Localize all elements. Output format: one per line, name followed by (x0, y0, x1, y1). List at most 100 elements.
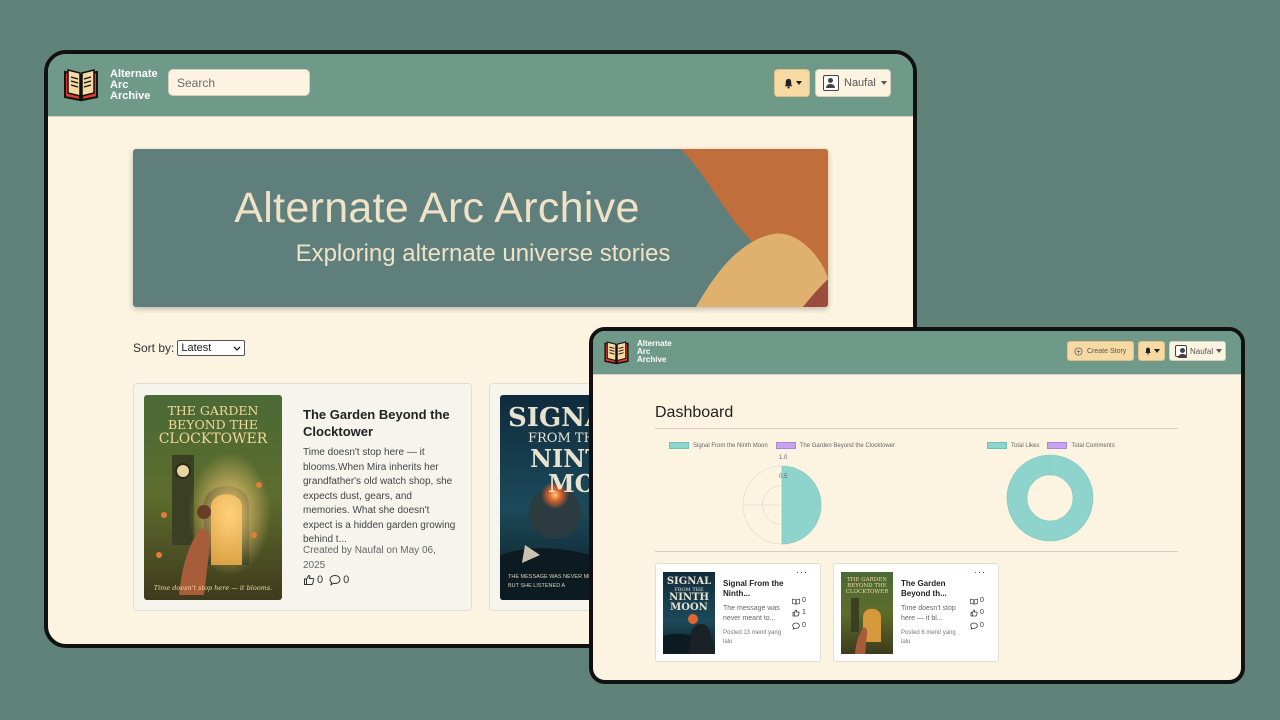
bell-icon (1144, 347, 1151, 355)
user-menu-button[interactable]: Naufal (1169, 341, 1226, 361)
thumbs-up-icon (970, 610, 978, 617)
avatar-icon (1175, 345, 1187, 358)
book-open-icon (970, 598, 978, 605)
cover-title: THE GARDEN BEYOND THE CLOCKTOWER (144, 404, 282, 448)
user-name: Naufal (1190, 346, 1214, 356)
brand-name[interactable]: Alternate Arc Archive (110, 68, 158, 103)
comment-stat: 0 (970, 620, 984, 632)
book-logo-icon[interactable] (603, 339, 630, 370)
story-card[interactable]: THE GARDEN BEYOND THE CLOCKTOWER Time do… (133, 383, 472, 611)
user-name: Naufal (844, 77, 876, 89)
cover-line: CLOCKTOWER (158, 431, 268, 447)
tick-label: 0.5 (779, 474, 788, 480)
legend-swatch[interactable] (669, 442, 689, 449)
brand-name[interactable]: Alternate Arc Archive (637, 339, 672, 365)
chart-legend: Total Likes Total Comments (987, 442, 1115, 449)
create-story-button[interactable]: Create Story (1067, 341, 1134, 361)
comment-count: 0 (980, 621, 984, 629)
sort-select[interactable]: Latest (177, 340, 246, 356)
read-count: 0 (802, 597, 806, 604)
like-stat[interactable]: 0 (303, 574, 323, 586)
legend-label: Total Likes (1011, 442, 1040, 449)
comment-icon (792, 622, 800, 630)
thumbs-up-icon (792, 610, 800, 617)
cover-line: CLOCKTOWER (845, 589, 889, 596)
sort-value: Latest (181, 342, 212, 354)
read-stat: 0 (970, 595, 984, 607)
bell-icon (784, 78, 792, 89)
comment-stat[interactable]: 0 (329, 574, 349, 586)
cover-line: MOON (670, 602, 708, 614)
like-count: 0 (980, 609, 984, 617)
like-count: 1 (802, 609, 806, 617)
book-cover[interactable]: SIGNAL FROM THE NINTH MOON (663, 572, 715, 654)
more-options-icon[interactable]: ··· (974, 567, 986, 577)
book-logo-icon[interactable] (62, 66, 100, 107)
dashboard-window: Alternate Arc Archive Create Story Naufa… (589, 327, 1245, 684)
story-meta: Posted 13 menit yang lalu (723, 630, 782, 645)
story-stats: 0 1 0 (792, 595, 806, 632)
comment-stat: 0 (792, 620, 806, 632)
cover-line: BEYOND THE (167, 417, 259, 432)
cover-line: SIGNAL (666, 576, 712, 587)
chevron-down-icon (1216, 349, 1223, 353)
navbar: Alternate Arc Archive Create Story Naufa… (593, 331, 1241, 375)
story-stats: 0 0 (303, 574, 349, 586)
chevron-down-icon (880, 81, 887, 85)
story-card[interactable]: SIGNAL FROM THE NINTH MOON ··· Signal Fr… (655, 563, 821, 662)
comment-count: 0 (802, 621, 806, 629)
story-meta: Created by Naufal on May 06, 2025 (303, 545, 436, 571)
story-description: Time doesn't stop here — it bl... (901, 605, 956, 623)
doughnut-hole (1026, 474, 1074, 522)
comment-count: 0 (343, 574, 350, 586)
story-stats: 0 0 0 (970, 595, 984, 632)
story-description: Time doesn't stop here — it blooms.When … (303, 447, 456, 545)
plus-circle-icon (1074, 346, 1083, 356)
sort-label: Sort by: (133, 341, 175, 355)
story-card[interactable]: THE GARDEN BEYOND THE CLOCKTOWER ··· The… (833, 563, 999, 662)
more-options-icon[interactable]: ··· (796, 567, 808, 577)
read-stat: 0 (792, 595, 806, 607)
legend-label: The Garden Beyond the Clocktower (799, 442, 896, 449)
like-stat: 1 (792, 607, 806, 619)
navbar: Alternate Arc Archive Search Naufal (48, 54, 913, 117)
chevron-down-icon (795, 81, 802, 85)
user-menu-button[interactable]: Naufal (815, 69, 891, 97)
thumbs-up-icon (304, 574, 315, 585)
brand-line: Archive (110, 90, 151, 103)
story-description: The message was never meant to... (723, 605, 780, 623)
story-title[interactable]: The Garden Beyond the Clocktower (303, 407, 458, 440)
legend-label: Signal From the Ninth Moon (693, 442, 768, 449)
comment-icon (329, 574, 341, 586)
cover-title: SIGNAL FROM THE NINTH MOON (663, 576, 715, 614)
comment-icon (970, 622, 978, 630)
legend-label: Total Comments (1071, 442, 1115, 449)
page-title: Dashboard (655, 404, 734, 421)
cover-title: THE GARDEN BEYOND THE CLOCKTOWER (841, 577, 893, 595)
divider (655, 428, 1178, 429)
legend-swatch[interactable] (775, 442, 796, 449)
notifications-button[interactable] (774, 69, 810, 97)
create-story-label: Create Story (1087, 347, 1127, 355)
doughnut-chart-engagement[interactable] (1005, 453, 1095, 543)
chevron-down-icon (233, 346, 241, 351)
chart-legend: Signal From the Ninth Moon The Garden Be… (669, 442, 895, 449)
brand-line: Archive (637, 355, 667, 365)
story-meta: Posted 6 menit yang lalu (901, 630, 956, 645)
book-cover[interactable]: THE GARDEN BEYOND THE CLOCKTOWER Time do… (144, 395, 282, 600)
story-title[interactable]: The Garden Beyond th... (901, 579, 971, 598)
book-cover[interactable]: THE GARDEN BEYOND THE CLOCKTOWER (841, 572, 893, 654)
story-title[interactable]: Signal From the Ninth... (723, 579, 793, 598)
avatar-icon (823, 75, 839, 91)
pie-chart-stories[interactable] (732, 455, 832, 555)
legend-swatch[interactable] (1047, 442, 1068, 449)
hero-banner: Alternate Arc Archive Exploring alternat… (133, 149, 828, 307)
chart-slice[interactable] (781, 465, 822, 545)
divider (655, 551, 1178, 552)
sort-control: Sort by: Latest (133, 340, 246, 356)
search-input[interactable]: Search (168, 69, 310, 96)
notifications-button[interactable] (1138, 341, 1165, 361)
legend-swatch[interactable] (987, 442, 1007, 449)
like-stat: 0 (970, 607, 984, 619)
chevron-down-icon (1153, 349, 1160, 353)
